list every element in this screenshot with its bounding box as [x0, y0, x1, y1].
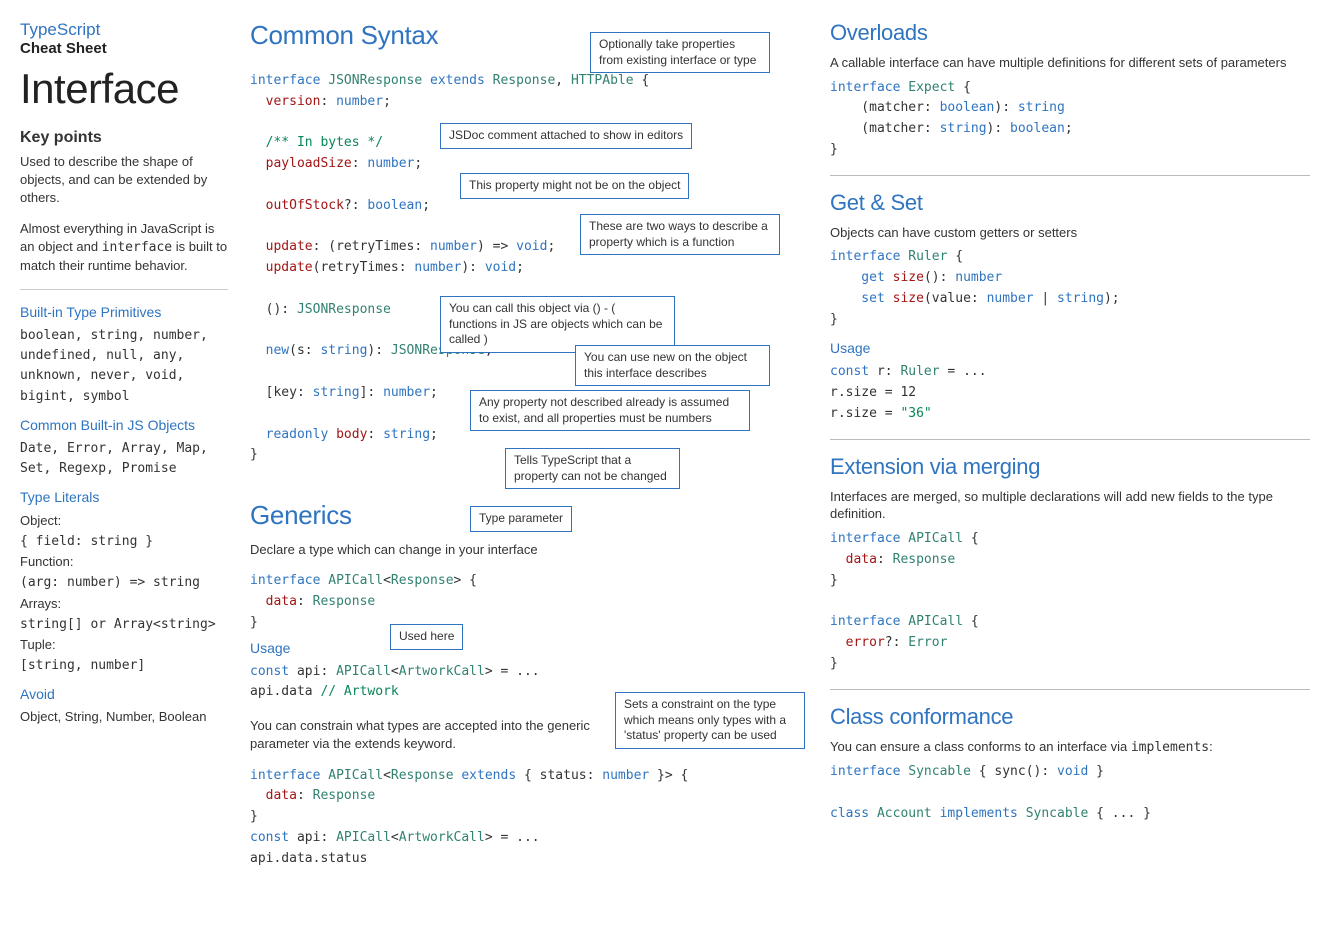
keypoints-heading: Key points	[20, 129, 228, 147]
divider	[830, 689, 1310, 690]
type-literals-heading: Type Literals	[20, 489, 228, 505]
getset-code: interface Ruler { get size(): number set…	[830, 247, 1310, 330]
callout-fnprop: These are two ways to describe a propert…	[580, 214, 780, 255]
right-column: Overloads A callable interface can have …	[810, 20, 1330, 940]
conformance-desc: You can ensure a class conforms to an in…	[830, 738, 1310, 757]
avoid-heading: Avoid	[20, 686, 228, 702]
logo-subtitle: Cheat Sheet	[20, 40, 228, 57]
merging-heading: Extension via merging	[830, 454, 1310, 480]
divider	[830, 439, 1310, 440]
divider	[20, 289, 228, 290]
getset-heading: Get & Set	[830, 190, 1310, 216]
overloads-panel: Overloads A callable interface can have …	[830, 20, 1310, 161]
generics-constrain-code: interface APICall<Response extends { sta…	[250, 766, 790, 870]
avoid-text: Object, String, Number, Boolean	[20, 708, 228, 726]
main-column: Common Syntax Optionally take properties…	[240, 20, 810, 940]
page-title: Interface	[20, 65, 228, 113]
keypoints-text-1: Used to describe the shape of objects, a…	[20, 153, 228, 208]
generics-constrain-desc: You can constrain what types are accepte…	[250, 717, 590, 753]
overloads-desc: A callable interface can have multiple d…	[830, 54, 1310, 72]
merging-desc: Interfaces are merged, so multiple decla…	[830, 488, 1310, 523]
js-objects-heading: Common Built-in JS Objects	[20, 417, 228, 433]
generics-desc: Declare a type which can change in your …	[250, 541, 790, 559]
overloads-code: interface Expect { (matcher: boolean): s…	[830, 78, 1310, 161]
callout-constraint: Sets a constraint on the type which mean…	[615, 692, 805, 749]
callout-readonly: Tells TypeScript that a property can not…	[505, 448, 680, 489]
merging-panel: Extension via merging Interfaces are mer…	[830, 454, 1310, 675]
callout-extends: Optionally take properties from existing…	[590, 32, 770, 73]
common-syntax-panel: Common Syntax Optionally take properties…	[250, 20, 790, 500]
callout-optional: This property might not be on the object	[460, 173, 689, 199]
overloads-heading: Overloads	[830, 20, 1310, 46]
conformance-code: interface Syncable { sync(): void } clas…	[830, 762, 1310, 824]
callout-index: Any property not described already is as…	[470, 390, 750, 431]
getset-desc: Objects can have custom getters or sette…	[830, 224, 1310, 242]
js-objects-text: Date, Error, Array, Map, Set, Regexp, Pr…	[20, 439, 228, 479]
generics-code-1: interface APICall<Response> { data: Resp…	[250, 571, 790, 633]
builtin-primitives-heading: Built-in Type Primitives	[20, 304, 228, 320]
generics-usage-heading: Usage	[250, 640, 790, 656]
callout-jsdoc: JSDoc comment attached to show in editor…	[440, 123, 692, 149]
getset-usage-code: const r: Ruler = ... r.size = 12 r.size …	[830, 362, 1310, 424]
getset-panel: Get & Set Objects can have custom getter…	[830, 190, 1310, 425]
type-literals-list: Object: { field: string } Function: (arg…	[20, 511, 228, 676]
getset-usage-heading: Usage	[830, 340, 1310, 356]
keypoints-text-2: Almost everything in JavaScript is an ob…	[20, 220, 228, 276]
divider	[830, 175, 1310, 176]
generics-panel: Generics Type parameter Declare a type w…	[250, 500, 790, 870]
callout-type-parameter: Type parameter	[470, 506, 572, 532]
callout-used-here: Used here	[390, 624, 463, 650]
conformance-panel: Class conformance You can ensure a class…	[830, 704, 1310, 825]
conformance-heading: Class conformance	[830, 704, 1310, 730]
callout-new: You can use new on the object this inter…	[575, 345, 770, 386]
logo-title: TypeScript	[20, 20, 228, 40]
builtin-primitives-text: boolean, string, number, undefined, null…	[20, 326, 228, 407]
merging-code: interface APICall { data: Response } int…	[830, 529, 1310, 675]
sidebar: TypeScript Cheat Sheet Interface Key poi…	[0, 20, 240, 940]
